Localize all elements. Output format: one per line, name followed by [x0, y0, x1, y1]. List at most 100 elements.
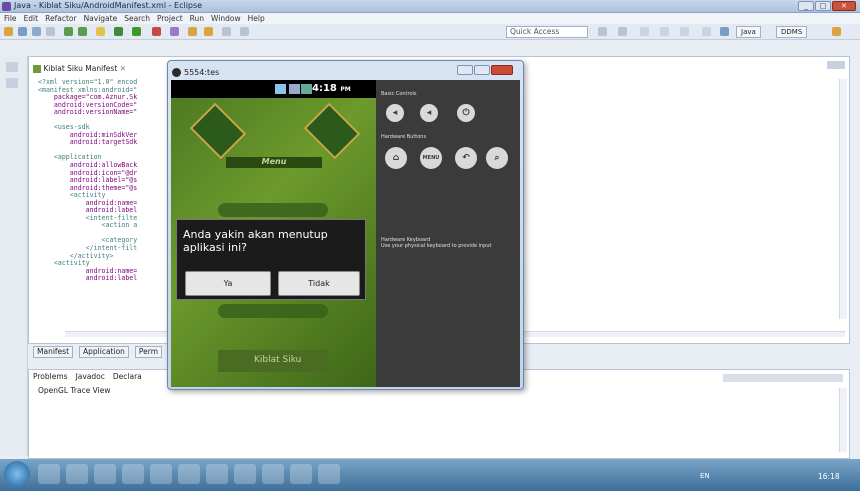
- left-trim-bar: [0, 56, 28, 456]
- avd-manager-icon[interactable]: [78, 27, 87, 36]
- save-all-icon[interactable]: [32, 27, 41, 36]
- quick-access-input[interactable]: Quick Access: [506, 26, 588, 38]
- new-class-icon[interactable]: [170, 27, 179, 36]
- editor-minmax-icons[interactable]: [827, 61, 845, 69]
- views-toolbar[interactable]: [723, 374, 843, 382]
- menu-button[interactable]: MENU: [420, 147, 442, 169]
- emulator-close-button[interactable]: [491, 65, 513, 75]
- taskbar-app-11[interactable]: [318, 464, 340, 484]
- tray-clock[interactable]: 16:18: [818, 472, 840, 481]
- emulator-maximize-button[interactable]: [474, 65, 490, 75]
- maximize-button[interactable]: □: [815, 1, 831, 11]
- history-icon[interactable]: [680, 27, 689, 36]
- prev-annotation-icon[interactable]: [618, 27, 627, 36]
- code-line[interactable]: <action a: [38, 222, 138, 230]
- eclipse-app-icon: [2, 2, 11, 11]
- run-icon[interactable]: [132, 27, 141, 36]
- start-button[interactable]: [4, 461, 30, 487]
- minimize-button[interactable]: _: [798, 1, 814, 11]
- back-icon[interactable]: [640, 27, 649, 36]
- emulator-minimize-button[interactable]: [457, 65, 473, 75]
- taskbar-app-2[interactable]: [66, 464, 88, 484]
- tab-javadoc[interactable]: Javadoc: [76, 372, 105, 381]
- tray-language[interactable]: EN: [700, 472, 710, 480]
- menu-project[interactable]: Project: [157, 14, 183, 23]
- signal-icon: [289, 84, 300, 94]
- taskbar-app-8[interactable]: [234, 464, 256, 484]
- taskbar-app-9[interactable]: [262, 464, 284, 484]
- save-icon[interactable]: [18, 27, 27, 36]
- print-icon[interactable]: [46, 27, 55, 36]
- perspective-ddms[interactable]: DDMS: [776, 26, 808, 38]
- menu-refactor[interactable]: Refactor: [45, 14, 76, 23]
- next-annotation-icon[interactable]: [598, 27, 607, 36]
- editor-tab[interactable]: Kiblat Siku Manifest ✕: [33, 64, 126, 76]
- window-controls: _ □ ✕: [798, 1, 856, 11]
- forward-icon[interactable]: [660, 27, 669, 36]
- code-line[interactable]: android:versionName=": [38, 109, 137, 117]
- emulator-controls-panel: Basic Controls ◂ ◂ ⏻ Hardware Buttons ⌂ …: [376, 80, 520, 387]
- close-tab-icon[interactable]: ✕: [120, 64, 126, 73]
- perspective-extra-icon[interactable]: [832, 27, 841, 36]
- menu-window[interactable]: Window: [211, 14, 241, 23]
- menu-run[interactable]: Run: [190, 14, 204, 23]
- main-toolbar: Quick Access Java DDMS: [0, 24, 860, 40]
- pen-icon[interactable]: [222, 27, 231, 36]
- lint-icon[interactable]: [96, 27, 105, 36]
- restore-view-icon[interactable]: [6, 62, 18, 72]
- taskbar-app-1[interactable]: [38, 464, 60, 484]
- menu-item-exit[interactable]: [218, 304, 328, 318]
- search-icon[interactable]: [204, 27, 213, 36]
- back-icon[interactable]: ↶: [455, 147, 477, 169]
- menu-navigate[interactable]: Navigate: [84, 14, 118, 23]
- dialog-message: Anda yakin akan menutup aplikasi ini?: [183, 228, 328, 254]
- emulator-window-controls: [457, 65, 513, 75]
- close-button[interactable]: ✕: [832, 1, 856, 11]
- tab-application[interactable]: Application: [79, 346, 129, 358]
- new-icon[interactable]: [4, 27, 13, 36]
- taskbar-app-4[interactable]: [122, 464, 144, 484]
- views-scrollbar[interactable]: [839, 388, 847, 452]
- open-perspective-icon[interactable]: [720, 27, 729, 36]
- perspective-java[interactable]: Java: [736, 26, 761, 38]
- menu-help[interactable]: Help: [248, 14, 265, 23]
- menu-bar: File Edit Refactor Navigate Search Proje…: [0, 13, 860, 24]
- menu-file[interactable]: File: [4, 14, 17, 23]
- package-explorer-icon[interactable]: [6, 78, 18, 88]
- window-titlebar: Java - Kiblat Siku/AndroidManifest.xml -…: [0, 0, 860, 13]
- perspective-java-label: Java: [741, 28, 756, 36]
- home-icon[interactable]: ⌂: [385, 147, 407, 169]
- power-icon[interactable]: ⏻: [457, 104, 475, 122]
- pin-icon[interactable]: [702, 27, 711, 36]
- android-sdk-icon[interactable]: [64, 27, 73, 36]
- taskbar-app-3[interactable]: [94, 464, 116, 484]
- annotation-icon[interactable]: [240, 27, 249, 36]
- tab-manifest[interactable]: Manifest: [33, 346, 74, 358]
- open-type-icon[interactable]: [188, 27, 197, 36]
- taskbar-app-7[interactable]: [206, 464, 228, 484]
- volume-up-icon[interactable]: ◂: [420, 104, 438, 122]
- hardware-buttons-label: Hardware Buttons: [381, 134, 427, 140]
- taskbar-app-5[interactable]: [150, 464, 172, 484]
- taskbar-app-10[interactable]: [290, 464, 312, 484]
- app-logo: Kiblat Siku: [218, 350, 328, 372]
- emulator-title: 5554:tes: [184, 68, 220, 77]
- tab-declaration[interactable]: Declara: [113, 372, 142, 381]
- no-button[interactable]: Tidak: [278, 271, 360, 296]
- taskbar-app-6[interactable]: [178, 464, 200, 484]
- code-text[interactable]: <?xml version="1.0" encod <manifest xmlns…: [38, 78, 138, 283]
- external-tools-icon[interactable]: [152, 27, 161, 36]
- code-line[interactable]: android:targetSdk: [38, 139, 138, 147]
- views-tabs: Problems Javadoc Declara: [33, 372, 142, 381]
- code-line[interactable]: android:label: [38, 275, 138, 283]
- menu-item-kiblat[interactable]: [218, 203, 328, 217]
- search-hw-icon[interactable]: ⌕: [486, 147, 508, 169]
- menu-search[interactable]: Search: [124, 14, 150, 23]
- menu-edit[interactable]: Edit: [24, 14, 39, 23]
- debug-icon[interactable]: [114, 27, 123, 36]
- volume-down-icon[interactable]: ◂: [386, 104, 404, 122]
- yes-button[interactable]: Ya: [185, 271, 271, 296]
- editor-scrollbar[interactable]: [839, 79, 847, 319]
- tab-problems[interactable]: Problems: [33, 372, 68, 381]
- tab-permissions[interactable]: Perm: [134, 346, 163, 358]
